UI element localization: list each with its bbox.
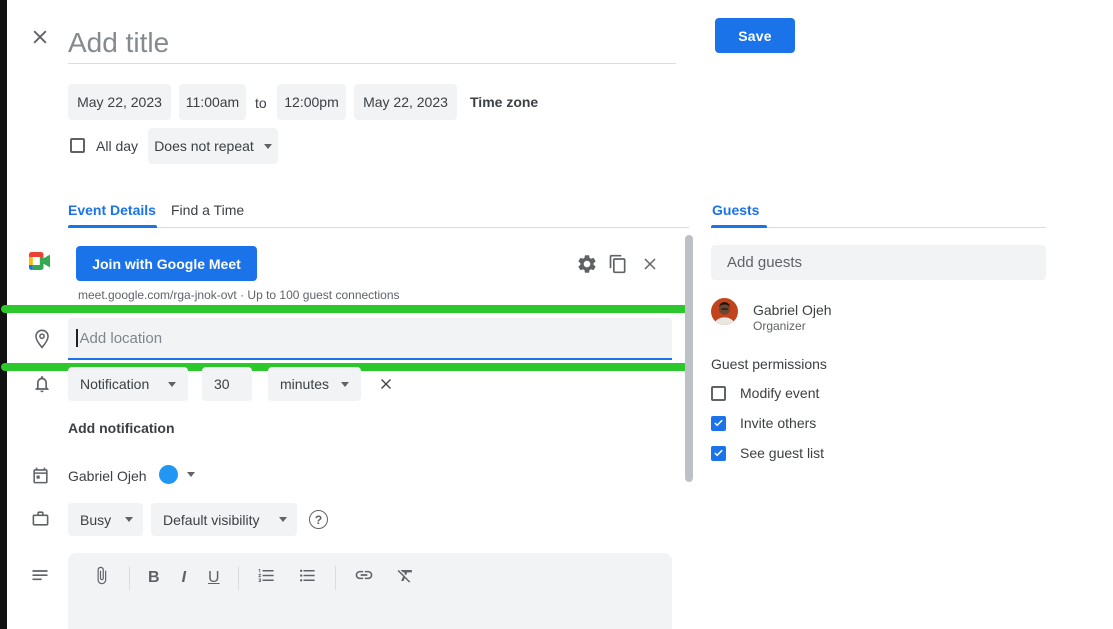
all-day-checkbox[interactable] bbox=[70, 138, 85, 153]
close-icon bbox=[640, 254, 660, 274]
location-pin-icon bbox=[31, 328, 53, 350]
google-meet-icon bbox=[29, 252, 50, 270]
tab-rule bbox=[68, 227, 689, 228]
meet-settings-button[interactable] bbox=[576, 253, 598, 275]
chevron-down-icon bbox=[168, 382, 176, 387]
meet-link-info: meet.google.com/rga-jnok-ovt · Up to 100… bbox=[78, 288, 400, 302]
formatting-toolbar: B I U bbox=[88, 565, 419, 591]
briefcase-icon bbox=[31, 509, 50, 528]
close-button[interactable] bbox=[28, 26, 52, 50]
numbered-list-icon bbox=[257, 566, 276, 585]
permission-label: Invite others bbox=[740, 415, 816, 431]
attendee-role: Organizer bbox=[753, 319, 806, 333]
check-icon bbox=[713, 447, 724, 459]
bell-icon bbox=[32, 374, 52, 394]
description-input[interactable]: B I U bbox=[68, 553, 672, 629]
tab-active-indicator bbox=[68, 225, 157, 228]
window-edge-strip bbox=[0, 0, 7, 629]
bold-button[interactable]: B bbox=[144, 568, 164, 588]
permission-see-guest-list[interactable]: See guest list bbox=[711, 445, 824, 461]
permission-invite-others[interactable]: Invite others bbox=[711, 415, 816, 431]
remove-meet-button[interactable] bbox=[640, 254, 660, 274]
numbered-list-button[interactable] bbox=[253, 566, 280, 591]
bulleted-list-icon bbox=[298, 566, 317, 585]
bulleted-list-button[interactable] bbox=[294, 566, 321, 591]
attendee-name: Gabriel Ojeh bbox=[753, 302, 832, 318]
notification-unit-value: minutes bbox=[280, 376, 329, 392]
chevron-down-icon bbox=[279, 517, 287, 522]
clear-formatting-button[interactable] bbox=[392, 566, 419, 591]
add-notification-button[interactable]: Add notification bbox=[68, 420, 175, 436]
italic-button[interactable]: I bbox=[178, 568, 190, 588]
visibility-dropdown[interactable]: Default visibility bbox=[151, 503, 297, 536]
permission-label: Modify event bbox=[740, 385, 819, 401]
save-button[interactable]: Save bbox=[715, 18, 795, 53]
description-icon bbox=[30, 566, 50, 586]
toolbar-divider bbox=[129, 566, 130, 590]
toolbar-divider bbox=[238, 566, 239, 590]
notification-value-input[interactable]: 30 bbox=[202, 367, 252, 401]
guests-tab-indicator bbox=[711, 225, 767, 228]
copy-meet-link-button[interactable] bbox=[608, 254, 628, 274]
remove-notification-button[interactable] bbox=[377, 375, 395, 393]
format-clear-icon bbox=[396, 566, 415, 585]
checkbox-checked[interactable] bbox=[711, 446, 726, 461]
chevron-down-icon bbox=[264, 144, 272, 149]
attach-file-button[interactable] bbox=[88, 566, 115, 591]
timezone-button[interactable]: Time zone bbox=[470, 94, 538, 110]
join-google-meet-button[interactable]: Join with Google Meet bbox=[76, 246, 257, 281]
check-icon bbox=[713, 417, 724, 429]
visibility-value: Default visibility bbox=[163, 512, 259, 528]
start-time-chip[interactable]: 11:00am bbox=[179, 84, 246, 120]
location-input[interactable]: Add location bbox=[68, 318, 672, 360]
notification-type-value: Notification bbox=[80, 376, 149, 392]
tab-guests[interactable]: Guests bbox=[712, 202, 759, 218]
guest-permissions-title: Guest permissions bbox=[711, 356, 827, 372]
tab-event-details[interactable]: Event Details bbox=[68, 202, 156, 218]
calendar-owner-label: Gabriel Ojeh bbox=[68, 468, 147, 484]
underline-button[interactable]: U bbox=[204, 568, 224, 588]
to-label: to bbox=[255, 95, 267, 111]
recurrence-value: Does not repeat bbox=[154, 138, 254, 154]
end-date-chip[interactable]: May 22, 2023 bbox=[354, 84, 457, 120]
notification-type-dropdown[interactable]: Notification bbox=[68, 367, 188, 401]
close-icon bbox=[377, 375, 395, 393]
calendar-icon bbox=[31, 466, 50, 485]
recurrence-dropdown[interactable]: Does not repeat bbox=[148, 128, 278, 164]
copy-icon bbox=[608, 254, 628, 274]
calendar-color-dot bbox=[159, 465, 178, 484]
text-cursor bbox=[76, 329, 78, 347]
checkbox-checked[interactable] bbox=[711, 416, 726, 431]
close-icon bbox=[30, 27, 50, 47]
end-time-chip[interactable]: 12:00pm bbox=[277, 84, 346, 120]
chevron-down-icon bbox=[187, 472, 195, 477]
link-icon bbox=[354, 565, 374, 585]
insert-link-button[interactable] bbox=[350, 565, 378, 591]
avatar bbox=[711, 298, 738, 325]
busy-dropdown[interactable]: Busy bbox=[68, 503, 143, 536]
start-date-chip[interactable]: May 22, 2023 bbox=[68, 84, 171, 120]
toolbar-divider bbox=[335, 566, 336, 590]
notification-unit-dropdown[interactable]: minutes bbox=[268, 367, 361, 401]
permission-label: See guest list bbox=[740, 445, 824, 461]
help-icon[interactable]: ? bbox=[309, 510, 328, 529]
permission-modify-event[interactable]: Modify event bbox=[711, 385, 819, 401]
location-placeholder: Add location bbox=[80, 330, 163, 347]
vertical-scrollbar[interactable] bbox=[685, 235, 693, 482]
highlight-line-top bbox=[1, 305, 688, 313]
notification-value: 30 bbox=[214, 376, 230, 392]
chevron-down-icon bbox=[341, 382, 349, 387]
calendar-color-dropdown[interactable] bbox=[159, 465, 195, 484]
add-guests-input[interactable] bbox=[711, 245, 1046, 280]
busy-value: Busy bbox=[80, 512, 111, 528]
chevron-down-icon bbox=[125, 517, 133, 522]
tab-find-a-time[interactable]: Find a Time bbox=[171, 202, 244, 218]
title-input[interactable] bbox=[68, 22, 676, 64]
gear-icon bbox=[576, 253, 598, 275]
checkbox-unchecked[interactable] bbox=[711, 386, 726, 401]
all-day-label: All day bbox=[96, 138, 138, 154]
paperclip-icon bbox=[92, 566, 111, 585]
